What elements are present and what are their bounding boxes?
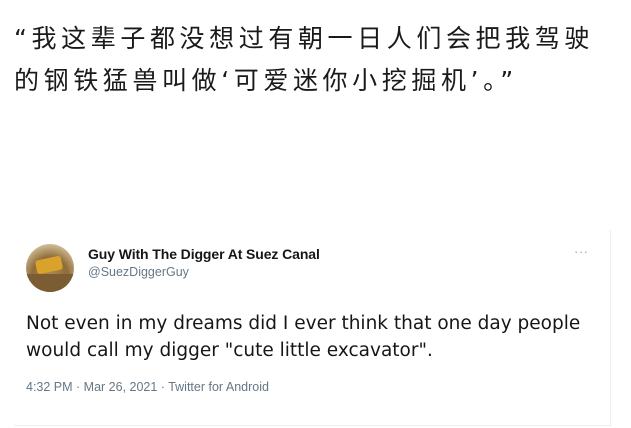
excavator-photo-icon <box>26 274 74 292</box>
author-name[interactable]: Guy With The Digger At Suez Canal <box>88 246 320 262</box>
more-options-icon[interactable]: ··· <box>574 244 589 259</box>
tweet-text: Not even in my dreams did I ever think t… <box>26 313 581 361</box>
tweet-timestamp[interactable]: 4:32 PM · Mar 26, 2021 · Twitter for And… <box>26 380 269 394</box>
caption-text: “我这辈子都没想过有朝一日人们会把我驾驶的钢铁猛兽叫做‘可爱迷你小挖掘机’。” <box>14 24 594 95</box>
author-handle[interactable]: @SuezDiggerGuy <box>88 265 189 279</box>
tweet-card: Guy With The Digger At Suez Canal @SuezD… <box>14 230 611 426</box>
excavator-arm-icon <box>34 255 64 275</box>
avatar[interactable] <box>26 244 74 292</box>
